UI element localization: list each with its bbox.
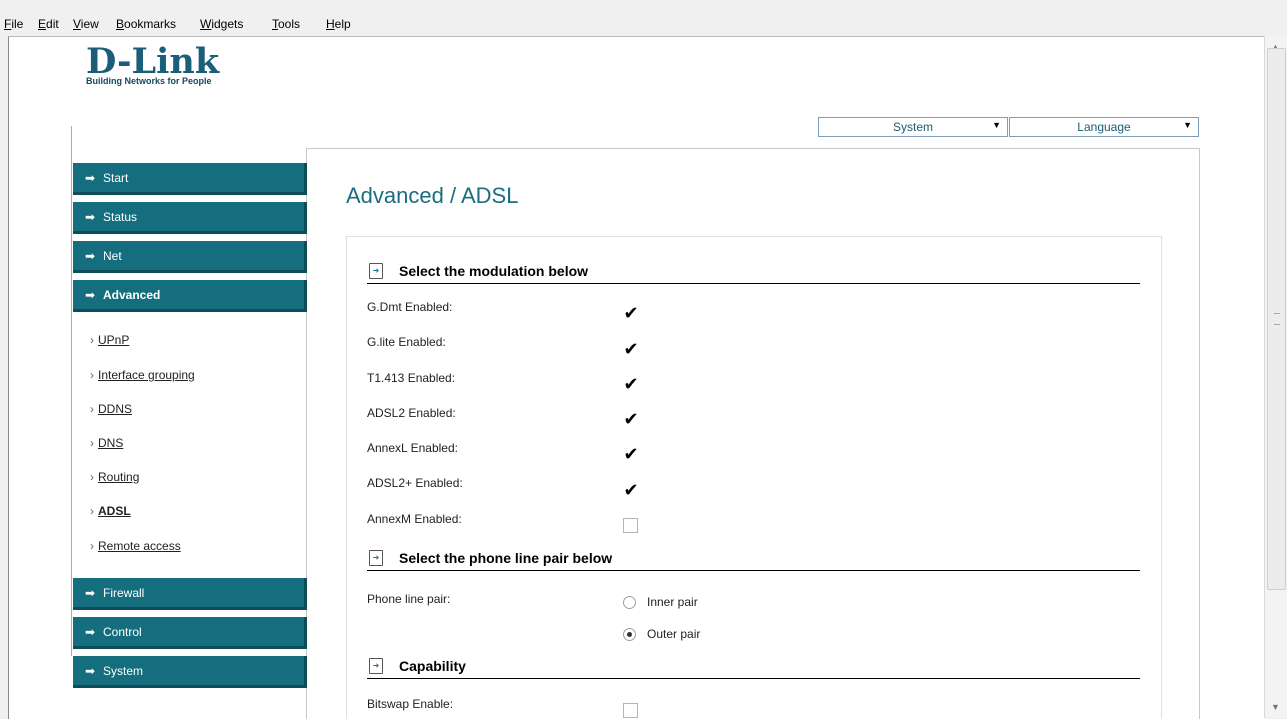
gdmt-label: G.Dmt Enabled: bbox=[367, 300, 453, 314]
bullet-icon: › bbox=[90, 368, 94, 382]
settings-panel bbox=[346, 236, 1162, 719]
subnav-interface-grouping[interactable]: › Interface grouping bbox=[90, 368, 195, 382]
section-capability: ➜ Capability bbox=[367, 656, 1140, 679]
arrow-right-icon: ➡ bbox=[85, 625, 96, 639]
annexm-checkbox[interactable] bbox=[623, 518, 638, 533]
subnav-upnp[interactable]: › UPnP bbox=[90, 333, 129, 347]
t1413-checkbox[interactable]: ✔ bbox=[623, 375, 639, 393]
bullet-icon: › bbox=[90, 402, 94, 416]
nav-firewall[interactable]: ➡ Firewall bbox=[73, 578, 307, 610]
subnav-adsl[interactable]: › ADSL bbox=[90, 504, 131, 518]
menu-edit[interactable]: Edit bbox=[38, 17, 59, 31]
nav-net[interactable]: ➡ Net bbox=[73, 241, 307, 273]
annexl-checkbox[interactable]: ✔ bbox=[623, 445, 639, 463]
adsl2plus-checkbox[interactable]: ✔ bbox=[623, 481, 639, 499]
arrow-right-icon: ➡ bbox=[85, 249, 96, 263]
section-title: Capability bbox=[399, 658, 466, 674]
subnav-label: DNS bbox=[98, 436, 124, 450]
menu-file[interactable]: File bbox=[4, 17, 23, 31]
bullet-icon: › bbox=[90, 504, 94, 518]
gdmt-checkbox[interactable]: ✔ bbox=[623, 304, 639, 322]
adsl2-label: ADSL2 Enabled: bbox=[367, 406, 456, 420]
subnav-label: UPnP bbox=[98, 333, 130, 347]
section-arrow-icon: ➜ bbox=[369, 263, 383, 279]
bitswap-label: Bitswap Enable: bbox=[367, 697, 454, 711]
menu-bookmarks[interactable]: Bookmarks bbox=[116, 17, 176, 31]
nav-label: Start bbox=[103, 171, 129, 185]
subnav-ddns[interactable]: › DDNS bbox=[90, 402, 132, 416]
subnav-label: DDNS bbox=[98, 402, 133, 416]
subnav-label: ADSL bbox=[98, 504, 131, 518]
outer-pair-radio[interactable] bbox=[623, 628, 636, 641]
arrow-right-icon: ➡ bbox=[85, 586, 96, 600]
language-select[interactable]: Language ▼ bbox=[1009, 117, 1199, 137]
menubar: File Edit View Bookmarks Widgets Tools H… bbox=[0, 0, 1287, 34]
menu-widgets[interactable]: Widgets bbox=[200, 17, 243, 31]
page-title: Advanced / ADSL bbox=[346, 183, 519, 208]
annexl-label: AnnexL Enabled: bbox=[367, 441, 458, 455]
system-select-label: System bbox=[892, 120, 933, 134]
subnav-remote-access[interactable]: › Remote access bbox=[90, 539, 181, 553]
nav-system[interactable]: ➡ System bbox=[73, 656, 307, 688]
arrow-right-icon: ➡ bbox=[85, 210, 96, 224]
vertical-scrollbar[interactable]: ▲ ▼ bbox=[1264, 36, 1287, 718]
nav-label: Control bbox=[103, 625, 142, 639]
bullet-icon: › bbox=[90, 333, 94, 347]
arrow-right-icon: ➡ bbox=[85, 171, 96, 185]
annexm-label: AnnexM Enabled: bbox=[367, 512, 462, 526]
phone-line-label: Phone line pair: bbox=[367, 592, 451, 606]
chevron-down-icon: ▼ bbox=[1183, 120, 1192, 130]
glite-label: G.lite Enabled: bbox=[367, 335, 446, 349]
section-phone-line: ➜ Select the phone line pair below bbox=[367, 548, 1140, 571]
nav-label: Net bbox=[103, 249, 122, 263]
bullet-icon: › bbox=[90, 436, 94, 450]
t1413-label: T1.413 Enabled: bbox=[367, 371, 456, 385]
scroll-down-icon[interactable]: ▼ bbox=[1271, 702, 1280, 712]
nav-status[interactable]: ➡ Status bbox=[73, 202, 307, 234]
section-arrow-icon: ➜ bbox=[369, 550, 383, 566]
menu-help[interactable]: Help bbox=[326, 17, 351, 31]
adsl2plus-label: ADSL2+ Enabled: bbox=[367, 476, 463, 490]
nav-start[interactable]: ➡ Start bbox=[73, 163, 307, 195]
arrow-right-icon: ➡ bbox=[85, 288, 96, 302]
section-title: Select the modulation below bbox=[399, 263, 589, 279]
logo-tagline: Building Networks for People bbox=[86, 76, 212, 86]
nav-label: Advanced bbox=[103, 288, 161, 302]
adsl2-checkbox[interactable]: ✔ bbox=[623, 410, 639, 428]
section-arrow-icon: ➜ bbox=[369, 658, 383, 674]
nav-label: Firewall bbox=[103, 586, 145, 600]
section-title: Select the phone line pair below bbox=[399, 550, 613, 566]
bitswap-checkbox[interactable] bbox=[623, 703, 638, 718]
glite-checkbox[interactable]: ✔ bbox=[623, 340, 639, 358]
subnav-label: Remote access bbox=[98, 539, 181, 553]
system-select[interactable]: System ▼ bbox=[818, 117, 1008, 137]
chevron-down-icon: ▼ bbox=[992, 120, 1001, 130]
inner-pair-radio[interactable] bbox=[623, 596, 636, 609]
scroll-thumb[interactable] bbox=[1267, 48, 1286, 590]
sidebar-divider bbox=[71, 126, 72, 656]
arrow-right-icon: ➡ bbox=[85, 664, 96, 678]
outer-pair-label[interactable]: Outer pair bbox=[647, 627, 700, 641]
bullet-icon: › bbox=[90, 470, 94, 484]
logo-text: D-Link bbox=[86, 41, 220, 82]
menu-view[interactable]: View bbox=[73, 17, 99, 31]
language-select-label: Language bbox=[1077, 120, 1131, 134]
subnav-label: Interface grouping bbox=[98, 368, 195, 382]
nav-label: Status bbox=[103, 210, 138, 224]
bullet-icon: › bbox=[90, 539, 94, 553]
dlink-logo: D-Link Building Networks for People bbox=[86, 41, 220, 87]
section-modulation: ➜ Select the modulation below bbox=[367, 261, 1140, 284]
subnav-routing[interactable]: › Routing bbox=[90, 470, 139, 484]
inner-pair-label[interactable]: Inner pair bbox=[647, 595, 698, 609]
nav-control[interactable]: ➡ Control bbox=[73, 617, 307, 649]
nav-label: System bbox=[103, 664, 144, 678]
menu-tools[interactable]: Tools bbox=[272, 17, 300, 31]
grip-icon bbox=[1274, 313, 1280, 325]
subnav-dns[interactable]: › DNS bbox=[90, 436, 123, 450]
subnav-label: Routing bbox=[98, 470, 140, 484]
nav-advanced[interactable]: ➡ Advanced bbox=[73, 280, 307, 312]
